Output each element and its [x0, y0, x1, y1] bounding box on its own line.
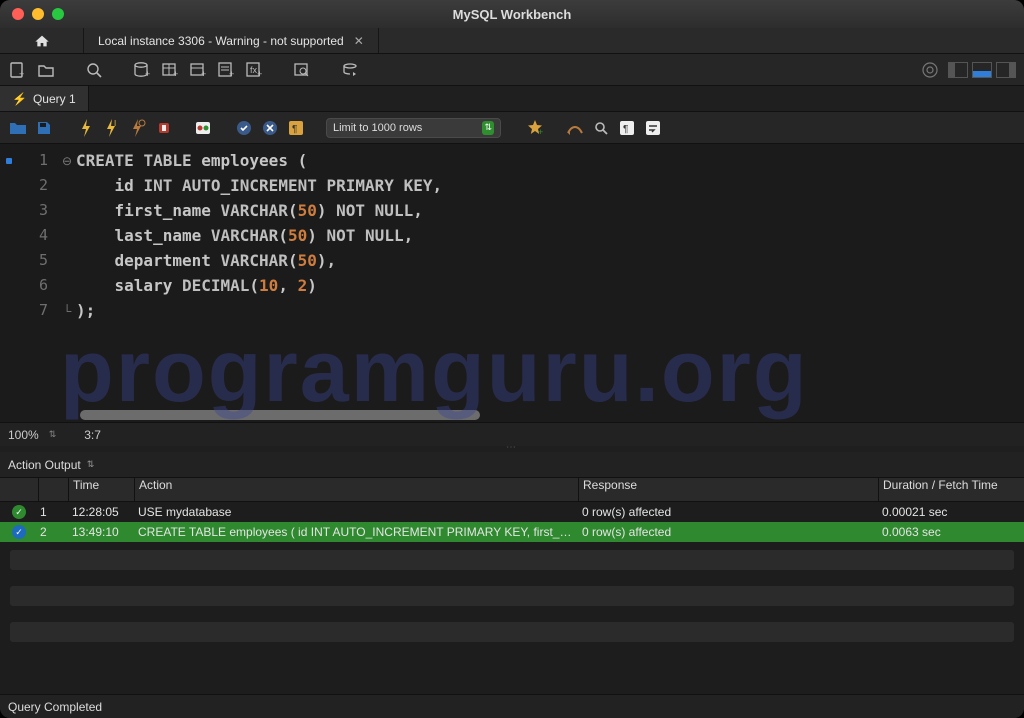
success-icon: ✓	[12, 525, 26, 539]
success-icon: ✓	[12, 505, 26, 519]
execute-icon[interactable]	[76, 118, 96, 138]
explain-icon[interactable]	[128, 118, 148, 138]
output-rows: ✓112:28:05USE mydatabase0 row(s) affecte…	[0, 502, 1024, 542]
wrap-icon[interactable]	[643, 118, 663, 138]
output-selector[interactable]: Action Output ⇅	[0, 452, 1024, 478]
toggle-secondary-sidebar-button[interactable]	[996, 62, 1016, 78]
stop-icon[interactable]	[154, 118, 174, 138]
svg-text:+: +	[19, 69, 24, 79]
editor-toolbar: I ¶ Limit to 1000 rows ⇅ + ¶	[0, 112, 1024, 144]
col-time[interactable]: Time	[68, 478, 134, 501]
statusbar: Query Completed	[0, 694, 1024, 718]
connection-tab-label: Local instance 3306 - Warning - not supp…	[98, 34, 344, 48]
snippets-icon[interactable]: +	[525, 118, 545, 138]
close-window-button[interactable]	[12, 8, 24, 20]
empty-row	[10, 586, 1014, 606]
fold-column: ⊖└	[58, 144, 76, 422]
settings-icon[interactable]	[920, 60, 940, 80]
toggle-autocommit-icon[interactable]	[194, 118, 214, 138]
create-procedure-icon[interactable]: +	[216, 60, 236, 80]
toggle-invisible-icon[interactable]: ¶	[617, 118, 637, 138]
toggle-sidebar-button[interactable]	[948, 62, 968, 78]
new-sql-tab-icon[interactable]: +	[8, 60, 28, 80]
rollback-icon[interactable]	[260, 118, 280, 138]
create-function-icon[interactable]: fx+	[244, 60, 264, 80]
window-title: MySQL Workbench	[0, 7, 1024, 22]
sql-editor[interactable]: 1234567 ⊖└ CREATE TABLE employees ( id I…	[0, 144, 1024, 422]
create-view-icon[interactable]: +	[188, 60, 208, 80]
toggle-output-button[interactable]	[972, 62, 992, 78]
app-window: MySQL Workbench Local instance 3306 - Wa…	[0, 0, 1024, 718]
horizontal-scrollbar[interactable]	[80, 410, 480, 420]
connection-tab[interactable]: Local instance 3306 - Warning - not supp…	[84, 28, 379, 53]
output-selector-label: Action Output	[8, 458, 81, 472]
svg-text:+: +	[173, 69, 178, 79]
open-file-icon[interactable]	[8, 118, 28, 138]
chevron-updown-icon[interactable]: ⇅	[49, 429, 57, 440]
output-row[interactable]: ✓213:49:10CREATE TABLE employees ( id IN…	[0, 522, 1024, 542]
save-file-icon[interactable]	[34, 118, 54, 138]
open-sql-file-icon[interactable]	[36, 60, 56, 80]
titlebar: MySQL Workbench	[0, 0, 1024, 28]
col-duration[interactable]: Duration / Fetch Time	[878, 478, 1024, 501]
create-table-icon[interactable]: +	[160, 60, 180, 80]
svg-text:+: +	[145, 69, 150, 79]
execute-current-icon[interactable]: I	[102, 118, 122, 138]
main-toolbar: + + + + + fx+	[0, 54, 1024, 86]
chevron-updown-icon: ⇅	[482, 121, 494, 135]
svg-text:I: I	[114, 119, 116, 128]
col-response[interactable]: Response	[578, 478, 878, 501]
beautify-icon[interactable]	[565, 118, 585, 138]
output-table-header: Time Action Response Duration / Fetch Ti…	[0, 478, 1024, 502]
svg-text:+: +	[201, 69, 206, 79]
cursor-position: 3:7	[84, 428, 101, 442]
svg-text:¶: ¶	[623, 124, 628, 135]
commit-icon[interactable]	[234, 118, 254, 138]
status-text: Query Completed	[8, 700, 102, 714]
splitter[interactable]	[0, 446, 1024, 452]
close-icon[interactable]: ✕	[354, 34, 364, 48]
code-area[interactable]: CREATE TABLE employees ( id INT AUTO_INC…	[76, 144, 1024, 422]
inspector-icon[interactable]	[84, 60, 104, 80]
query-tab[interactable]: ⚡ Query 1	[0, 86, 89, 111]
zoom-window-button[interactable]	[52, 8, 64, 20]
find-icon[interactable]	[591, 118, 611, 138]
query-tab-strip: ⚡ Query 1	[0, 86, 1024, 112]
home-icon	[34, 34, 50, 48]
query-tab-label: Query 1	[33, 92, 76, 106]
svg-text:+: +	[538, 127, 543, 137]
output-row[interactable]: ✓112:28:05USE mydatabase0 row(s) affecte…	[0, 502, 1024, 522]
connection-tabs: Local instance 3306 - Warning - not supp…	[0, 28, 1024, 54]
bolt-icon: ⚡	[12, 92, 27, 106]
empty-row	[10, 550, 1014, 570]
reconnect-icon[interactable]	[340, 60, 360, 80]
search-table-data-icon[interactable]	[292, 60, 312, 80]
empty-row	[10, 622, 1014, 642]
zoom-level[interactable]: 100%	[8, 428, 39, 442]
svg-text:+: +	[229, 69, 234, 79]
limit-rows-label: Limit to 1000 rows	[333, 122, 422, 134]
chevron-updown-icon: ⇅	[87, 459, 95, 470]
svg-text:+: +	[257, 69, 262, 79]
toggle-whitespace-icon[interactable]: ¶	[286, 118, 306, 138]
minimize-window-button[interactable]	[32, 8, 44, 20]
create-schema-icon[interactable]: +	[132, 60, 152, 80]
limit-rows-select[interactable]: Limit to 1000 rows ⇅	[326, 118, 501, 138]
home-tab[interactable]	[0, 28, 84, 53]
col-action[interactable]: Action	[134, 478, 578, 501]
svg-text:¶: ¶	[292, 124, 297, 135]
line-gutter: 1234567	[0, 144, 58, 422]
